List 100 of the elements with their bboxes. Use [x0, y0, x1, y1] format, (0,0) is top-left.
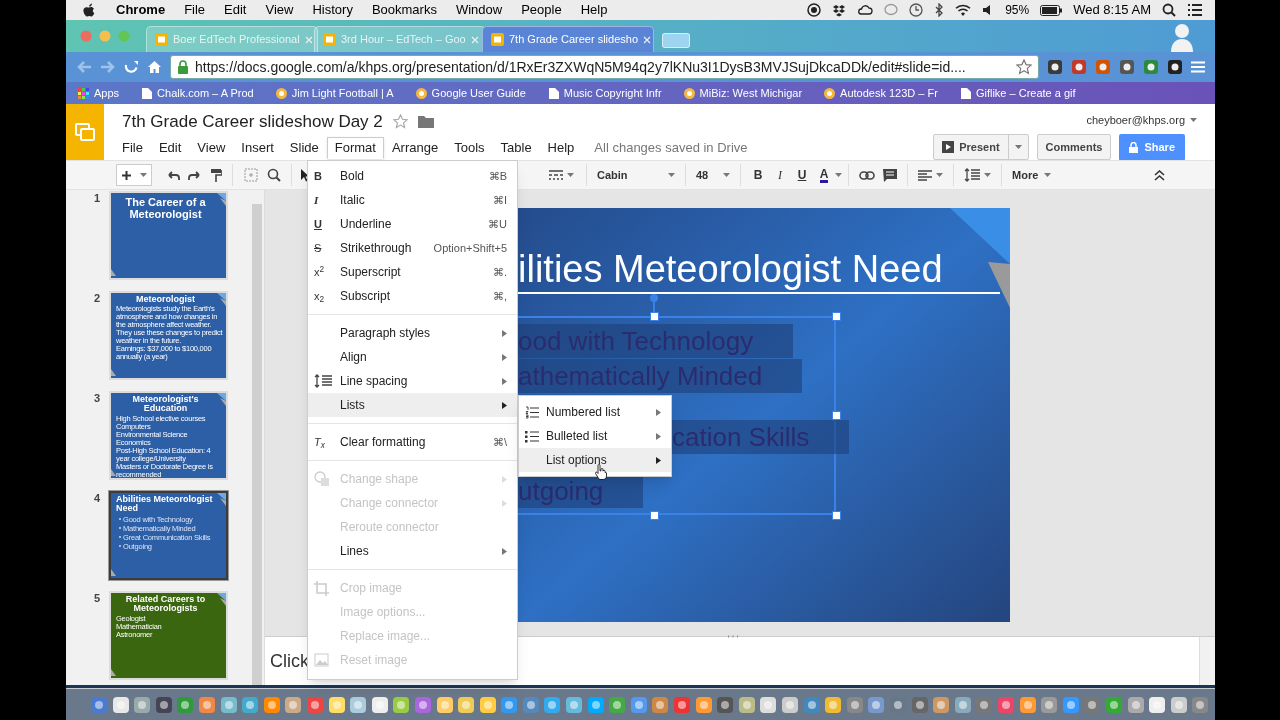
menu-item[interactable]: Edit — [150, 136, 190, 159]
comments-button[interactable]: Comments — [1036, 134, 1112, 160]
bookmark-link[interactable]: Jim Light Football | A — [275, 84, 394, 102]
bookmark-link[interactable]: Google User Guide — [415, 84, 526, 102]
thumbnail-title: Meteorologist's Education — [131, 395, 200, 414]
menu-item[interactable]: Tools — [446, 136, 493, 159]
menu-item[interactable]: Insert — [233, 136, 282, 159]
corner-triangle-icon — [111, 569, 116, 576]
submenu-option[interactable]: List options — [519, 448, 671, 472]
menu-option[interactable]: I Italic ⌘I — [308, 188, 517, 212]
menu-option[interactable]: Lines — [308, 539, 517, 563]
menubar-item[interactable]: Bookmarks — [371, 0, 437, 20]
menu-option-label: Reset image — [340, 652, 408, 669]
bookmark-link[interactable]: Giflike – Create a gif — [959, 84, 1076, 102]
document-title[interactable]: 7th Grade Career slideshow Day 2 — [122, 109, 383, 135]
resize-handle[interactable] — [832, 411, 841, 420]
home-icon — [147, 60, 162, 74]
menu-option[interactable]: B Bold ⌘B — [308, 164, 517, 188]
resize-handle[interactable] — [650, 511, 659, 520]
menu-option[interactable]: x$^{2}$ Superscript ⌘. — [308, 260, 517, 284]
chrome-menu-icon — [1191, 61, 1205, 73]
app-menu[interactable]: Chrome — [116, 0, 166, 20]
dock-app-icon — [435, 695, 454, 714]
menu-option[interactable]: x$_{2}$ Subscript ⌘, — [308, 284, 517, 308]
dock-app-icon — [305, 695, 324, 714]
tab-close-icon — [470, 35, 479, 44]
format-glyph: B — [314, 168, 322, 184]
resize-handle[interactable] — [832, 511, 841, 520]
text-format-button[interactable]: A — [813, 164, 835, 186]
rotate-handle[interactable] — [650, 294, 658, 302]
dropdown-caret-icon — [936, 173, 943, 177]
address-bar[interactable]: https://docs.google.com/a/khps.org/presentation/d/1RxEr3ZXWqN5M94q2y7lKNu3I1DysB3MVJSujDkcaDDk/edit#slide=id.... — [170, 55, 1039, 79]
shortcut-text: ⌘U — [488, 216, 507, 232]
new-slide-button[interactable] — [116, 164, 152, 186]
menu-option[interactable]: Lists — [308, 393, 517, 417]
line-spacing-icon — [964, 168, 980, 182]
slide-title[interactable]: ilities Meteorologist Need — [518, 246, 943, 292]
bluetooth-icon — [934, 3, 945, 17]
dock-app-icon — [327, 695, 346, 714]
dock-app-icon — [953, 695, 972, 714]
menu-item[interactable]: View — [189, 136, 234, 159]
menu-option[interactable]: T$_{x}$ Clear formatting ⌘\ — [308, 430, 517, 454]
back-arrow-icon — [76, 60, 92, 74]
shortcut-text: ⌘B — [488, 168, 507, 184]
menubar-item[interactable]: People — [521, 0, 562, 20]
text-format-button[interactable]: I — [769, 164, 791, 186]
account-email[interactable]: cheyboer@khps.org — [1086, 112, 1185, 129]
scrollbar[interactable] — [252, 204, 262, 685]
menu-option[interactable]: U Underline ⌘U — [308, 212, 517, 236]
menubar-item[interactable]: Window — [455, 0, 503, 20]
menu-option[interactable]: Paragraph styles — [308, 321, 517, 345]
text-format-button[interactable]: B — [747, 164, 769, 186]
menu-option[interactable]: Line spacing — [308, 369, 517, 393]
bookmark-link[interactable]: MiBiz: West Michigar — [683, 84, 803, 102]
text-format-button[interactable]: U — [791, 164, 813, 186]
bookmark-link[interactable]: Music Copyright Infr — [547, 84, 662, 102]
font-dropdown[interactable]: Cabin — [593, 163, 679, 187]
bookmark-link[interactable]: Apps — [78, 84, 120, 102]
corner-ribbon-drawing — [217, 493, 226, 506]
dock-app-icon — [1083, 695, 1102, 714]
menubar-item[interactable]: Help — [580, 0, 608, 20]
dock-app-icon — [1191, 695, 1210, 714]
menu-item[interactable]: Table — [492, 136, 540, 159]
menu-item[interactable]: Slide — [281, 136, 327, 159]
slide-thumbnail[interactable] — [109, 291, 228, 380]
corner-ribbon-drawing — [217, 293, 226, 306]
corner-ribbon-drawing — [217, 593, 226, 606]
menu-item[interactable]: Help — [539, 136, 583, 159]
dropdown-caret-icon — [668, 173, 675, 177]
dock-app-icon — [932, 695, 951, 714]
speaker-notes[interactable]: Click — [270, 647, 309, 675]
corner-triangle-icon — [111, 669, 116, 676]
undo-icon — [166, 170, 180, 180]
submenu-option[interactable]: Bulleted list — [519, 424, 671, 448]
browser-tab[interactable]: 7th Grade Career slidesho — [482, 26, 654, 52]
wifi-icon — [955, 3, 972, 17]
menubar-item[interactable]: File — [184, 0, 206, 20]
menubar-item[interactable]: Edit — [224, 0, 247, 20]
window-control-icon — [99, 30, 111, 42]
font-size-dropdown[interactable]: 48 — [692, 163, 734, 187]
menubar-item[interactable]: View — [265, 0, 294, 20]
slide-thumbnail[interactable]: The Career of a Meteorologist — [109, 191, 228, 280]
menu-option-label: Align — [340, 349, 367, 366]
menu-option[interactable]: S Strikethrough Option+Shift+5 — [308, 236, 517, 260]
more-button[interactable]: More — [1008, 163, 1056, 187]
menu-item[interactable]: File — [114, 136, 151, 159]
bookmark-link[interactable]: Chalk.com – A Prod — [141, 84, 254, 102]
dock-app-icon — [975, 695, 994, 714]
menu-option[interactable]: Align — [308, 345, 517, 369]
resize-handle[interactable] — [650, 312, 659, 321]
dock-app-icon — [737, 695, 756, 714]
bookmark-link[interactable]: Autodesk 123D – Fr — [824, 84, 938, 102]
menu-item[interactable]: Arrange — [383, 136, 447, 159]
menubar-item[interactable]: History — [312, 0, 353, 20]
submenu-option[interactable]: Numbered list — [519, 400, 671, 424]
menu-item[interactable]: Format — [326, 136, 384, 159]
dock-app-icon — [1061, 695, 1080, 714]
dock-app-icon — [996, 695, 1015, 714]
menu-option-label: Change shape — [340, 471, 419, 488]
resize-handle[interactable] — [832, 312, 841, 321]
